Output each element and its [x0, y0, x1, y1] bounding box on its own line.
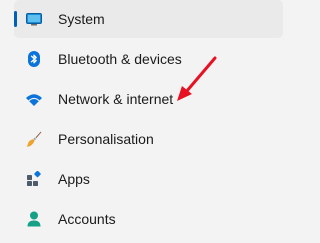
sidebar-item-network-internet[interactable]: Network & internet	[14, 80, 283, 118]
sidebar-item-apps[interactable]: Apps	[14, 160, 283, 198]
sidebar-item-label: Personalisation	[58, 131, 154, 147]
sidebar-item-label: Apps	[58, 171, 90, 187]
sidebar-item-label: System	[58, 11, 105, 27]
settings-sidebar: System Bluetooth & devices Network & int…	[14, 0, 283, 243]
sidebar-item-label: Bluetooth & devices	[58, 51, 182, 67]
apps-icon	[26, 170, 42, 187]
sidebar-item-personalisation[interactable]: Personalisation	[14, 120, 283, 158]
system-icon	[26, 11, 42, 27]
selected-indicator	[14, 11, 17, 27]
user-icon	[26, 211, 42, 227]
sidebar-item-label: Accounts	[58, 211, 116, 227]
sidebar-item-bluetooth-devices[interactable]: Bluetooth & devices	[14, 40, 283, 78]
paintbrush-icon	[26, 131, 42, 147]
sidebar-item-label: Network & internet	[58, 91, 174, 107]
sidebar-item-accounts[interactable]: Accounts	[14, 200, 283, 238]
sidebar-item-system[interactable]: System	[14, 0, 283, 38]
wifi-icon	[26, 91, 42, 107]
bluetooth-icon	[26, 51, 42, 67]
